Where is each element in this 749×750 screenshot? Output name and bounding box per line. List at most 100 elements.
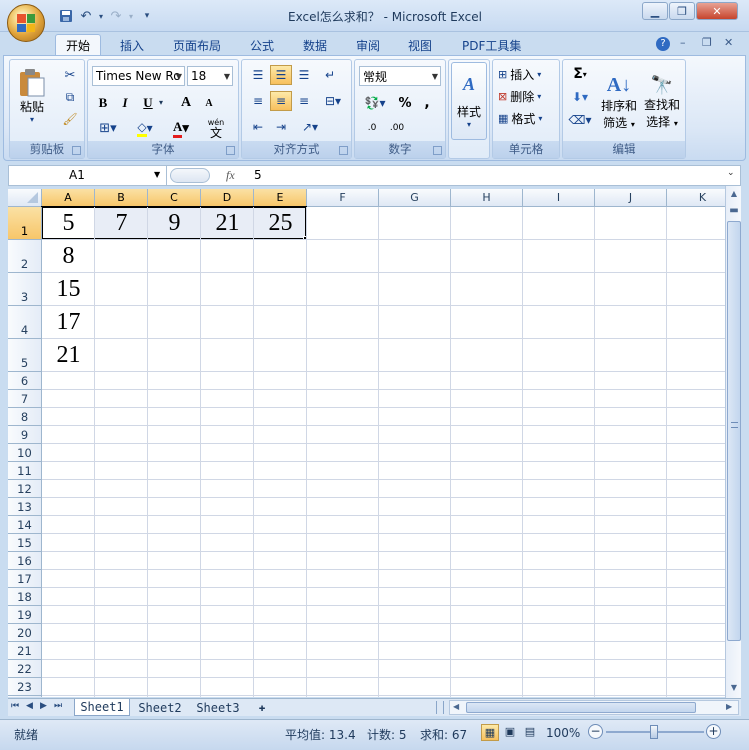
underline-dropdown-icon[interactable]: ▾ (159, 98, 163, 107)
next-sheet-icon[interactable]: ▶ (40, 701, 47, 711)
column-header-k[interactable]: K (667, 189, 725, 206)
tab-formulas[interactable]: 公式 (240, 34, 284, 56)
find-select-button[interactable]: 🔭 查找和 选择 ▾ (641, 64, 683, 140)
chevron-down-icon[interactable]: ▼ (154, 170, 160, 179)
column-header-h[interactable]: H (451, 189, 523, 206)
column-header-j[interactable]: J (595, 189, 667, 206)
phonetic-button[interactable]: wén 文 (200, 116, 232, 140)
paste-button[interactable]: 粘贴 ▾ (14, 64, 50, 128)
row-header-11[interactable]: 11 (8, 462, 42, 480)
tab-home[interactable]: 开始 (55, 34, 102, 56)
cell-c1[interactable]: 9 (148, 207, 201, 240)
tab-view[interactable]: 视图 (398, 34, 442, 56)
name-box[interactable]: A1 ▼ (9, 166, 167, 185)
normal-view-icon[interactable]: ▦ (481, 724, 499, 741)
autosum-button[interactable]: Σ ▾ (567, 64, 593, 84)
customize-qat-icon[interactable]: ▾ (140, 7, 154, 25)
column-header-f[interactable]: F (307, 189, 379, 206)
split-box-icon[interactable]: ▬ (727, 204, 741, 218)
tab-split-handle[interactable] (436, 701, 444, 714)
number-format-combo[interactable]: 常规 ▼ (359, 66, 441, 86)
row-header-2[interactable]: 2 (8, 240, 42, 273)
vertical-scroll-thumb[interactable] (727, 221, 741, 641)
row-header-15[interactable]: 15 (8, 534, 42, 552)
row-header-1[interactable]: 1 (8, 207, 42, 240)
column-header-a[interactable]: A (42, 189, 95, 206)
row-header-19[interactable]: 19 (8, 606, 42, 624)
borders-icon[interactable]: ⊞▾ (93, 118, 123, 138)
orientation-icon[interactable]: ↗▾ (295, 117, 325, 137)
undo-icon[interactable]: ↶ (76, 7, 96, 25)
column-header-d[interactable]: D (201, 189, 254, 206)
percent-button[interactable]: % (395, 93, 415, 113)
currency-format-icon[interactable]: 💱▾ (360, 93, 390, 113)
zoom-slider-thumb[interactable] (650, 725, 658, 739)
expand-formula-bar-icon[interactable]: ⌄ (727, 168, 735, 178)
row-header-21[interactable]: 21 (8, 642, 42, 660)
sheet-tab-sheet1[interactable]: Sheet1 (74, 699, 130, 716)
decrease-indent-icon[interactable]: ⇤ (247, 117, 269, 137)
alignment-dialog-launcher-icon[interactable] (339, 146, 348, 155)
zoom-level[interactable]: 100% (546, 726, 580, 740)
column-header-i[interactable]: I (523, 189, 595, 206)
cell-a3[interactable]: 15 (42, 273, 95, 306)
grow-font-button[interactable]: A (175, 93, 197, 113)
cut-icon[interactable]: ✂ (60, 66, 80, 84)
prev-sheet-icon[interactable]: ◀ (26, 701, 33, 711)
tab-insert[interactable]: 插入 (110, 34, 154, 56)
copy-icon[interactable]: ⧉ (60, 88, 80, 106)
increase-decimal-button[interactable]: .0 (360, 118, 384, 138)
select-all-button[interactable] (8, 189, 42, 206)
sheet-tab-sheet3[interactable]: Sheet3 (190, 699, 246, 716)
row-header-9[interactable]: 9 (8, 426, 42, 444)
horizontal-scroll-thumb[interactable] (466, 702, 696, 713)
row-header-18[interactable]: 18 (8, 588, 42, 606)
row-header-13[interactable]: 13 (8, 498, 42, 516)
cell-e1[interactable]: 25 (254, 207, 307, 240)
align-middle-icon[interactable]: ☰ (270, 65, 292, 85)
cell-a1[interactable]: 5 (42, 207, 95, 240)
page-break-view-icon[interactable]: ▤ (521, 724, 539, 741)
insert-cells-button[interactable]: ⊞ 插入 ▾ (497, 64, 557, 84)
comma-style-button[interactable]: , (417, 93, 437, 113)
decrease-decimal-button[interactable]: .00 (385, 118, 409, 138)
row-header-3[interactable]: 3 (8, 273, 42, 306)
scroll-left-arrow-icon[interactable]: ◀ (453, 702, 459, 711)
restore-button[interactable]: ❐ (669, 2, 695, 20)
row-header-4[interactable]: 4 (8, 306, 42, 339)
zoom-out-icon[interactable]: − (588, 724, 603, 739)
merge-center-icon[interactable]: ⊟▾ (319, 91, 347, 111)
wrap-text-icon[interactable]: ↵ (319, 65, 341, 85)
close-button[interactable]: ✕ (696, 2, 738, 20)
office-button[interactable] (7, 4, 45, 42)
font-dialog-launcher-icon[interactable] (226, 146, 235, 155)
ribbon-minimize-icon[interactable]: – (680, 36, 686, 49)
shrink-font-button[interactable]: A (198, 93, 220, 113)
font-color-icon[interactable]: A ▾ (166, 118, 196, 138)
scroll-down-arrow-icon[interactable]: ▼ (727, 681, 741, 695)
row-header-5[interactable]: 5 (8, 339, 42, 372)
cell-a5[interactable]: 21 (42, 339, 95, 372)
column-header-c[interactable]: C (148, 189, 201, 206)
insert-function-button[interactable]: fx (226, 168, 235, 183)
format-cells-button[interactable]: ▦ 格式 ▾ (497, 108, 557, 128)
row-header-8[interactable]: 8 (8, 408, 42, 426)
sort-filter-button[interactable]: A↓ 排序和 筛选 ▾ (598, 64, 640, 140)
row-header-24[interactable]: 24 (8, 696, 42, 697)
delete-cells-button[interactable]: ⊠ 删除 ▾ (497, 86, 557, 106)
column-header-e[interactable]: E (254, 189, 307, 206)
last-sheet-icon[interactable]: ⏭ (54, 701, 62, 711)
formula-bar-resize-handle[interactable] (170, 168, 210, 183)
clipboard-dialog-launcher-icon[interactable] (72, 146, 81, 155)
scroll-up-arrow-icon[interactable]: ▲ (727, 187, 741, 201)
bold-button[interactable]: B (93, 93, 113, 113)
tab-review[interactable]: 审阅 (346, 34, 390, 56)
column-header-b[interactable]: B (95, 189, 148, 206)
sheet-tab-sheet2[interactable]: Sheet2 (132, 699, 188, 716)
align-center-icon[interactable]: ≡ (270, 91, 292, 111)
vertical-scrollbar[interactable]: ▲ ▬ ▼ (725, 186, 741, 698)
tab-data[interactable]: 数据 (293, 34, 337, 56)
redo-dropdown-icon[interactable]: ▾ (126, 7, 136, 25)
align-top-icon[interactable]: ☰ (247, 65, 269, 85)
number-dialog-launcher-icon[interactable] (433, 146, 442, 155)
